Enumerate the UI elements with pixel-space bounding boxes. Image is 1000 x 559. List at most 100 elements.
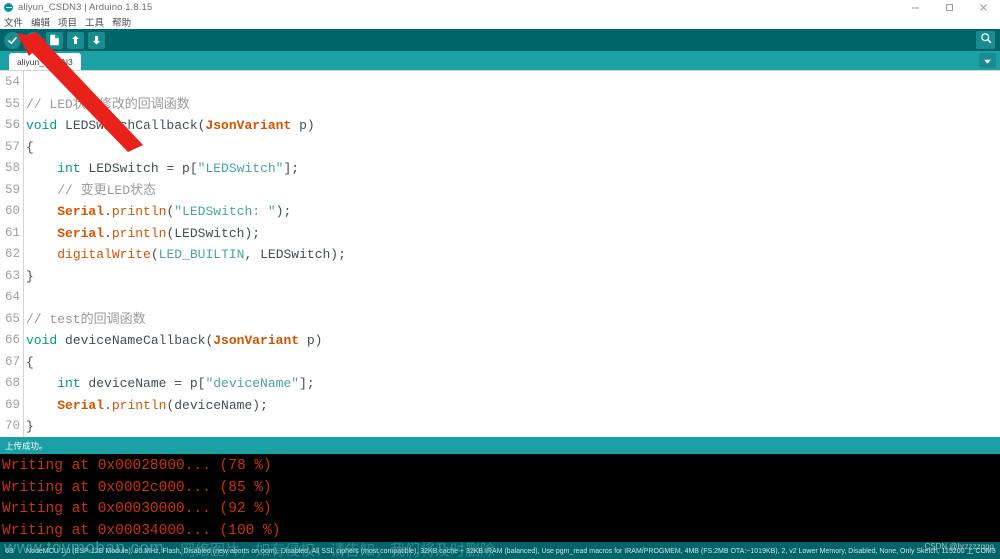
code-token: . bbox=[104, 397, 112, 413]
code-line[interactable]: // 变更LED状态 bbox=[26, 180, 1000, 202]
menu-item-tools[interactable]: 工具 bbox=[85, 15, 108, 29]
code-line[interactable] bbox=[26, 72, 1000, 94]
code-token: println bbox=[111, 225, 167, 241]
code-line[interactable]: // test的回调函数 bbox=[26, 309, 1000, 331]
code-token: void bbox=[26, 333, 58, 348]
page-icon bbox=[46, 31, 63, 49]
upload-button[interactable] bbox=[24, 31, 43, 49]
board-status-bar: 68 NodeMCU 1.0 (ESP-12E Module), 80 MHz,… bbox=[0, 542, 1000, 559]
line-number: 57 bbox=[4, 139, 20, 154]
menu-item-sketch[interactable]: 项目 bbox=[58, 15, 81, 29]
code-line[interactable]: { bbox=[26, 352, 1000, 374]
code-token: LED_BUILTIN bbox=[158, 247, 245, 262]
tab-label: aliyun_CSDN3 bbox=[17, 56, 73, 67]
menu-item-edit[interactable]: 编辑 bbox=[31, 15, 54, 29]
line-number: 58 bbox=[4, 161, 20, 175]
code-token: ]; bbox=[299, 376, 315, 391]
code-editor[interactable]: 54 55 56 57 58 59 60 61 62 63 64 65 66 67 68 69 70 // LE… bbox=[0, 70, 1000, 437]
line-number: 56 bbox=[4, 118, 20, 132]
code-line[interactable]: { bbox=[26, 137, 1000, 159]
code-token: JsonVariant bbox=[213, 333, 300, 348]
save-button[interactable] bbox=[87, 31, 106, 49]
code-line[interactable]: } bbox=[26, 266, 1000, 288]
code-token: , LEDSwitch); bbox=[244, 247, 346, 262]
code-token: } bbox=[26, 419, 34, 434]
tab-aliyun-csdn3[interactable]: aliyun_CSDN3 bbox=[9, 53, 81, 70]
code-line[interactable]: int deviceName = p["deviceName"]; bbox=[26, 373, 1000, 395]
title-bar: aliyun_CSDN3 | Arduino 1.8.15 bbox=[0, 0, 1000, 15]
toolbar bbox=[0, 29, 1000, 51]
code-token: Serial bbox=[57, 397, 105, 413]
line-number: 59 bbox=[4, 182, 20, 197]
window-controls bbox=[898, 0, 1000, 15]
close-icon[interactable] bbox=[966, 0, 1000, 15]
code-line[interactable]: } bbox=[26, 416, 1000, 437]
code-token: JsonVariant bbox=[205, 118, 292, 133]
minimize-icon[interactable] bbox=[898, 0, 932, 15]
verify-button[interactable] bbox=[3, 31, 22, 49]
code-token: . bbox=[104, 204, 112, 219]
line-number: 60 bbox=[4, 204, 20, 218]
code-line[interactable]: void deviceNameCallback(JsonVariant p) bbox=[26, 330, 1000, 352]
code-line[interactable]: // LED状态修改的回调函数 bbox=[26, 94, 1000, 116]
code-token: ]; bbox=[283, 161, 300, 176]
serial-monitor-button[interactable] bbox=[976, 31, 995, 49]
new-button[interactable] bbox=[45, 31, 64, 49]
code-line[interactable]: Serial.println(deviceName); bbox=[26, 395, 1000, 417]
code-token: LEDSwitchCallback( bbox=[57, 118, 206, 133]
line-number: 55 bbox=[4, 96, 20, 111]
line-number-gutter: 54 55 56 57 58 59 60 61 62 63 64 65 66 67 68 69 70 bbox=[0, 71, 24, 437]
arduino-ide-window: aliyun_CSDN3 | Arduino 1.8.15 文件 编辑 项目 工… bbox=[0, 0, 1000, 559]
code-token: p) bbox=[291, 118, 315, 133]
console-line: Writing at 0x00034000... (100 %) bbox=[2, 522, 281, 539]
code-token: deviceNameCallback( bbox=[57, 333, 214, 348]
line-number: 68 bbox=[4, 376, 20, 390]
tab-menu-button[interactable] bbox=[979, 53, 996, 68]
console-line: Writing at 0x0002c000... (85 %) bbox=[2, 479, 272, 496]
arrow-up-icon bbox=[67, 31, 84, 49]
cursor-line-number: 68 bbox=[5, 546, 14, 555]
arrow-down-icon bbox=[88, 31, 105, 49]
code-line[interactable]: Serial.println(LEDSwitch); bbox=[26, 223, 1000, 245]
console-line: Writing at 0x00028000... (78 %) bbox=[2, 458, 272, 474]
line-number: 66 bbox=[4, 333, 20, 347]
console-line: Writing at 0x00030000... (92 %) bbox=[2, 501, 272, 517]
code-line[interactable] bbox=[26, 287, 1000, 309]
code-line[interactable]: digitalWrite(LED_BUILTIN, LEDSwitch); bbox=[26, 244, 1000, 266]
code-token: ); bbox=[275, 204, 292, 219]
code-token: println bbox=[111, 204, 167, 219]
line-number: 54 bbox=[4, 75, 20, 89]
maximize-icon[interactable] bbox=[932, 0, 966, 15]
status-message-text: 上传成功。 bbox=[5, 440, 48, 451]
code-token: p) bbox=[299, 333, 323, 348]
code-token: "LEDSwitch: " bbox=[174, 204, 276, 219]
status-message-bar: 上传成功。 bbox=[0, 437, 1000, 454]
code-token: deviceName = p[ bbox=[80, 376, 206, 391]
line-number: 61 bbox=[4, 225, 20, 240]
line-number: 65 bbox=[4, 311, 20, 326]
code-token: Serial bbox=[57, 225, 105, 241]
code-token: "LEDSwitch" bbox=[197, 161, 284, 176]
arduino-logo-icon bbox=[4, 3, 13, 12]
code-token: ( bbox=[150, 247, 159, 262]
code-token: // test的回调函数 bbox=[26, 311, 146, 327]
code-line[interactable]: int LEDSwitch = p["LEDSwitch"]; bbox=[26, 158, 1000, 180]
code-token: . bbox=[104, 225, 112, 241]
code-token: int bbox=[57, 376, 81, 391]
code-token: "deviceName" bbox=[205, 376, 300, 391]
menu-item-file[interactable]: 文件 bbox=[4, 15, 27, 29]
code-token: { bbox=[26, 139, 34, 155]
open-button[interactable] bbox=[66, 31, 85, 49]
console-output[interactable]: Writing at 0x00028000... (78 %) Writing a… bbox=[0, 454, 1000, 542]
line-number: 70 bbox=[4, 419, 20, 433]
code-token: } bbox=[26, 268, 34, 284]
menu-item-help[interactable]: 帮助 bbox=[112, 15, 135, 29]
code-line[interactable]: void LEDSwitchCallback(JsonVariant p) bbox=[26, 115, 1000, 137]
code-line[interactable]: Serial.println("LEDSwitch: "); bbox=[26, 201, 1000, 223]
code-area[interactable]: // LED状态修改的回调函数 void LEDSwitchCallback(Js… bbox=[24, 71, 1000, 437]
